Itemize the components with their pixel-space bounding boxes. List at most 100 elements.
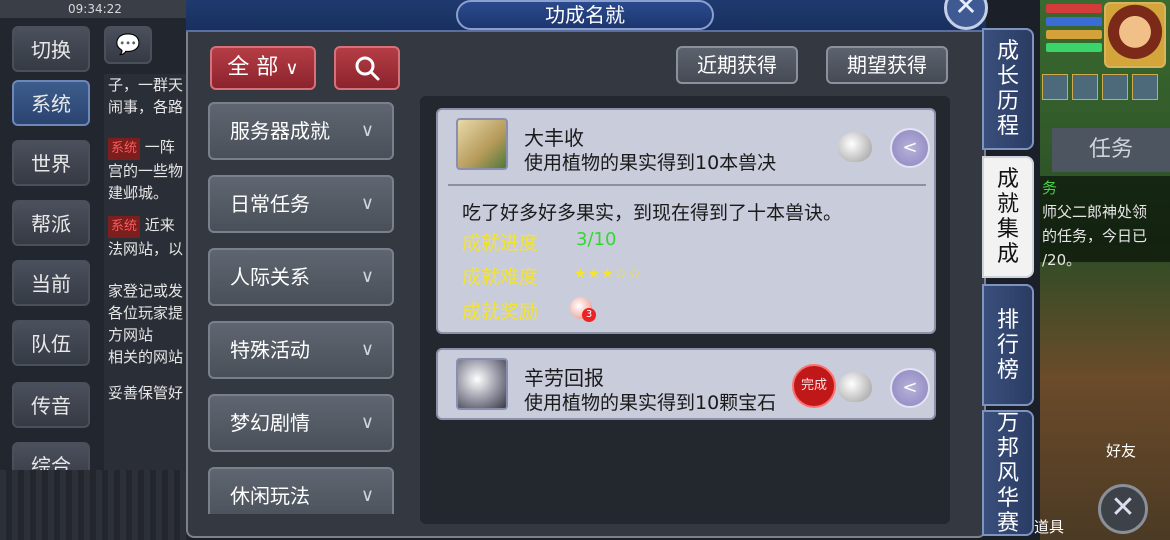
buff-icon[interactable] <box>1132 74 1158 100</box>
chevron-down-icon: ∨ <box>360 339 374 360</box>
reward-count-badge: 3 <box>582 308 596 322</box>
task-line: /20。 <box>1042 251 1082 269</box>
decorative-border <box>0 470 190 540</box>
share-icon[interactable]: < <box>890 368 930 408</box>
task-line: 务 <box>1042 179 1058 197</box>
category-label: 人际关系 <box>230 265 310 289</box>
chat-line: 相关的网站 <box>108 348 184 366</box>
player-avatar[interactable] <box>1104 2 1166 68</box>
chat-tab-whisper[interactable]: 传音 <box>12 382 90 428</box>
buff-icon[interactable] <box>1072 74 1098 100</box>
buff-icons <box>1042 74 1158 100</box>
gem-icon <box>456 358 508 410</box>
tab-label: 成长历程 <box>996 39 1019 139</box>
item-button-label[interactable]: 道具 <box>1034 516 1064 537</box>
close-icon[interactable]: ✕ <box>1098 484 1148 534</box>
category-item[interactable]: 休闲玩法 ∨ <box>208 467 394 514</box>
category-label: 服务器成就 <box>230 119 330 143</box>
difficulty-stars: ★★★☆☆ <box>574 266 642 282</box>
tab-tournament[interactable]: 万邦风华赛 <box>982 410 1034 536</box>
exp-bar <box>1046 43 1102 52</box>
achievement-desc: 使用植物的果实得到10本兽决 <box>524 152 777 174</box>
chat-tab-switch[interactable]: 切换 <box>12 26 90 72</box>
chat-line: 法网站，以 <box>108 240 184 258</box>
chat-line: 宫的一些物 <box>108 162 184 180</box>
task-line: 的任务，今日已 <box>1042 227 1148 245</box>
buff-icon[interactable] <box>1102 74 1128 100</box>
window-title: 功成名就 <box>456 0 714 30</box>
friend-button-label[interactable]: 好友 <box>1106 440 1136 461</box>
expected-button[interactable]: 期望获得 <box>826 46 948 84</box>
chat-line: 系统 近来 <box>104 214 190 238</box>
progress-value: 3/10 <box>576 229 617 250</box>
category-item[interactable]: 梦幻剧情 ∨ <box>208 394 394 452</box>
filter-dropdown[interactable]: 全 部 ∨ <box>210 46 316 90</box>
achievement-name: 大丰收 <box>524 126 584 150</box>
chat-line: 建邺城。 <box>108 184 169 202</box>
recent-button[interactable]: 近期获得 <box>676 46 798 84</box>
category-label: 梦幻剧情 <box>230 411 310 435</box>
filter-label: 全 部 <box>227 55 279 80</box>
chat-line: 子，一群天 <box>108 76 184 94</box>
reward-label: 成就奖励 <box>462 301 539 323</box>
category-label: 日常任务 <box>230 192 310 216</box>
category-label: 休闲玩法 <box>230 484 310 508</box>
chat-line: 方网站 <box>108 326 154 344</box>
tab-label: 排行榜 <box>996 307 1019 383</box>
share-icon[interactable]: < <box>890 128 930 168</box>
chat-tab-current[interactable]: 当前 <box>12 260 90 306</box>
sp-bar <box>1046 30 1102 39</box>
task-line: 师父二郎神处领 <box>1042 203 1148 221</box>
achievement-detail: 吃了好多好多果实，到现在得到了十本兽诀。 <box>462 202 843 224</box>
chevron-down-icon: ∨ <box>360 266 374 287</box>
category-list[interactable]: 服务器成就 ∨ 日常任务 ∨ 人际关系 ∨ 特殊活动 ∨ 梦幻剧情 ∨ 休闲玩法… <box>204 100 400 514</box>
tab-label: 成就集成 <box>996 167 1019 267</box>
chat-line: 家登记或发 <box>108 282 184 300</box>
task-tab[interactable]: 任务 <box>1052 128 1170 172</box>
status-bar: 09:34:22 <box>0 0 190 18</box>
category-item[interactable]: 服务器成就 ∨ <box>208 102 394 160</box>
chat-tab-team[interactable]: 队伍 <box>12 320 90 366</box>
divider <box>448 184 926 186</box>
buff-icon[interactable] <box>1042 74 1068 100</box>
chat-tab-system[interactable]: 系统 <box>12 80 90 126</box>
chat-bubble-icon[interactable]: 💬 <box>104 26 152 64</box>
tab-achievement-collection[interactable]: 成就集成 <box>982 156 1034 278</box>
chat-tab-guild[interactable]: 帮派 <box>12 200 90 246</box>
chevron-down-icon: ∨ <box>360 412 374 433</box>
achievement-name: 辛劳回报 <box>524 366 604 390</box>
task-tracker: 务 师父二郎神处领 的任务，今日已 /20。 <box>1040 176 1170 269</box>
system-tag: 系统 <box>108 216 141 238</box>
tab-leaderboard[interactable]: 排行榜 <box>982 284 1034 406</box>
chat-line: 闹事，各路 <box>108 98 184 116</box>
search-button[interactable] <box>334 46 400 90</box>
chevron-down-icon: ∨ <box>360 193 374 214</box>
hp-bar <box>1046 4 1102 13</box>
search-icon <box>355 56 380 81</box>
mp-bar <box>1046 17 1102 26</box>
category-item[interactable]: 人际关系 ∨ <box>208 248 394 306</box>
category-item[interactable]: 日常任务 ∨ <box>208 175 394 233</box>
category-label: 特殊活动 <box>230 338 310 362</box>
difficulty-label: 成就难度 <box>462 266 539 288</box>
chevron-down-icon: ∨ <box>360 485 374 506</box>
achievement-card-expanded[interactable]: 大丰收 使用植物的果实得到10本兽决 < 吃了好多好多果实，到现在得到了十本兽诀… <box>436 108 936 334</box>
category-item[interactable]: 特殊活动 ∨ <box>208 321 394 379</box>
chat-line: 系统 一阵 <box>104 136 190 160</box>
chevron-down-icon: ∨ <box>360 120 374 141</box>
system-tag: 系统 <box>108 138 141 160</box>
tab-growth-history[interactable]: 成长历程 <box>982 28 1034 150</box>
status-bars <box>1046 4 1102 56</box>
progress-label: 成就进度 <box>462 232 539 254</box>
chat-tab-world[interactable]: 世界 <box>12 140 90 186</box>
achievement-desc: 使用植物的果实得到10颗宝石 <box>524 392 777 414</box>
clock-text: 09:34:22 <box>68 2 122 16</box>
achievement-card[interactable]: 辛劳回报 使用植物的果实得到10颗宝石 完成 < <box>436 348 936 420</box>
peach-icon <box>838 132 872 162</box>
chat-line: 妥善保管好 <box>108 384 184 402</box>
completed-stamp: 完成 <box>792 364 836 408</box>
chat-line: 各位玩家提 <box>108 304 184 322</box>
scroll-icon <box>456 118 508 170</box>
peach-icon <box>838 372 872 402</box>
chevron-down-icon: ∨ <box>285 58 299 79</box>
